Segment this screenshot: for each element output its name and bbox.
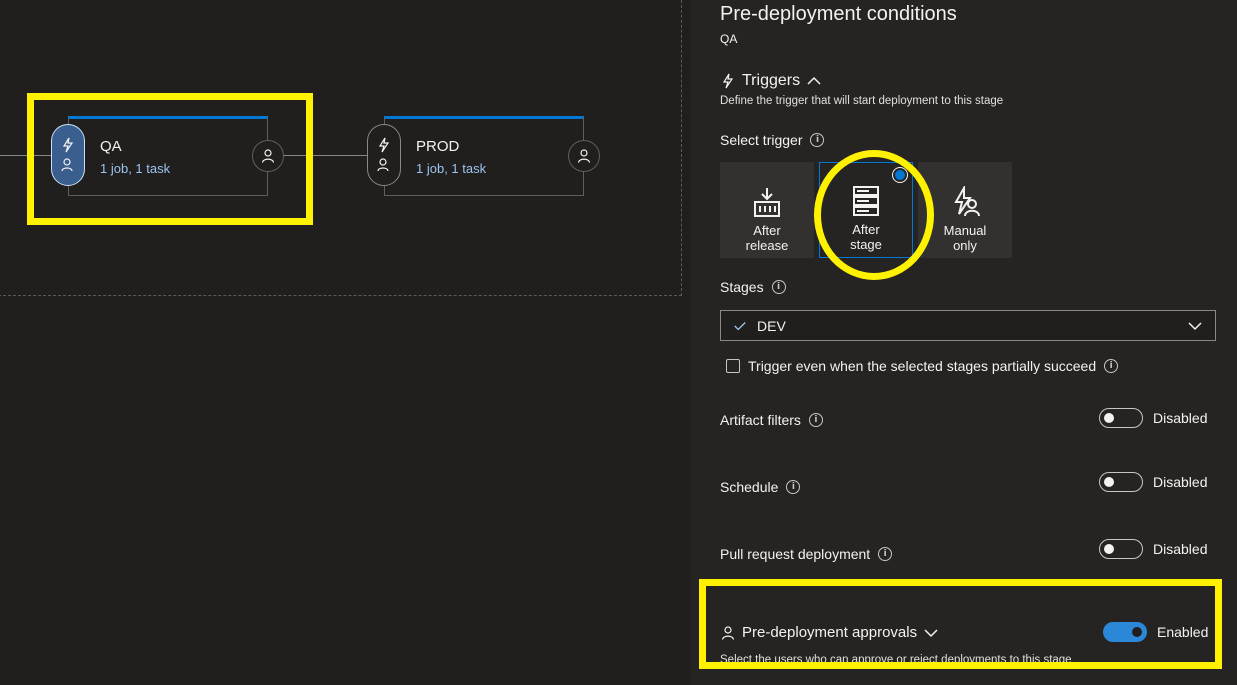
stages-dropdown[interactable]: DEV [720,310,1216,341]
highlight-box-qa [27,93,313,225]
artifact-filters-label-row: Artifact filters i [720,412,823,428]
pull-request-label: Pull request deployment [720,546,871,562]
panel-stage-name: QA [720,32,738,46]
check-icon [734,321,746,330]
schedule-state: Disabled [1153,474,1208,490]
chevron-up-icon [807,76,821,85]
artifact-filters-toggle-row: Disabled [1099,408,1207,428]
stage-conditions-prod[interactable] [367,124,401,186]
person-icon [577,149,591,163]
partial-success-checkbox[interactable] [726,359,740,373]
stages-label-row: Stages i [720,279,786,295]
partial-success-label[interactable]: Trigger even when the selected stages pa… [748,358,1096,374]
triggers-section-toggle[interactable]: Triggers [720,72,822,90]
pipeline-canvas: QA 1 job, 1 task PROD 1 job, 1 task [0,0,690,685]
triggers-description: Define the trigger that will start deplo… [720,95,1004,107]
schedule-toggle-row: Disabled [1099,472,1207,492]
manual-only-icon [954,186,980,217]
trigger-option-line1: After [753,223,781,238]
trigger-option-after-release[interactable]: After release [720,162,814,258]
info-icon[interactable]: i [1104,359,1119,373]
info-icon[interactable]: i [771,280,786,294]
highlight-box-approvals [699,579,1222,669]
trigger-icon [722,73,734,89]
after-release-icon [754,188,780,217]
artifact-filters-label: Artifact filters [720,412,801,428]
panel-title: Pre-deployment conditions [720,3,957,25]
lightning-icon [378,137,390,153]
stage-card-prod[interactable] [384,116,584,196]
info-icon[interactable]: i [810,133,825,147]
pull-request-label-row: Pull request deployment i [720,546,893,562]
stage-name-prod[interactable]: PROD [416,138,459,155]
stages-dropdown-value: DEV [757,317,786,334]
info-icon[interactable]: i [786,480,801,494]
schedule-label: Schedule [720,479,779,495]
stage-summary-prod[interactable]: 1 job, 1 task [416,161,486,176]
trigger-option-line2: only [953,238,977,253]
pull-request-state: Disabled [1153,541,1208,557]
schedule-label-row: Schedule i [720,479,801,495]
chevron-down-icon [1188,321,1202,330]
post-deployment-approvers-prod[interactable] [568,140,600,172]
select-trigger-label: Select trigger [720,132,803,148]
pre-deployment-conditions-panel: Pre-deployment conditions QA Triggers De… [690,0,1237,685]
approver-icon [377,158,389,172]
info-icon[interactable]: i [878,547,893,561]
artifact-filters-toggle[interactable] [1099,408,1143,428]
schedule-toggle[interactable] [1099,472,1143,492]
triggers-heading: Triggers [742,72,801,89]
highlight-circle-after-stage [814,150,934,280]
pull-request-toggle-row: Disabled [1099,539,1207,559]
select-trigger-label-row: Select trigger i [720,132,825,148]
artifact-filters-state: Disabled [1153,410,1208,426]
trigger-option-line2: release [745,238,789,253]
partial-success-row: Trigger even when the selected stages pa… [726,358,1119,374]
trigger-option-line1: Manual [943,223,987,238]
info-icon[interactable]: i [808,413,823,427]
pull-request-toggle[interactable] [1099,539,1143,559]
stages-label: Stages [720,279,764,295]
